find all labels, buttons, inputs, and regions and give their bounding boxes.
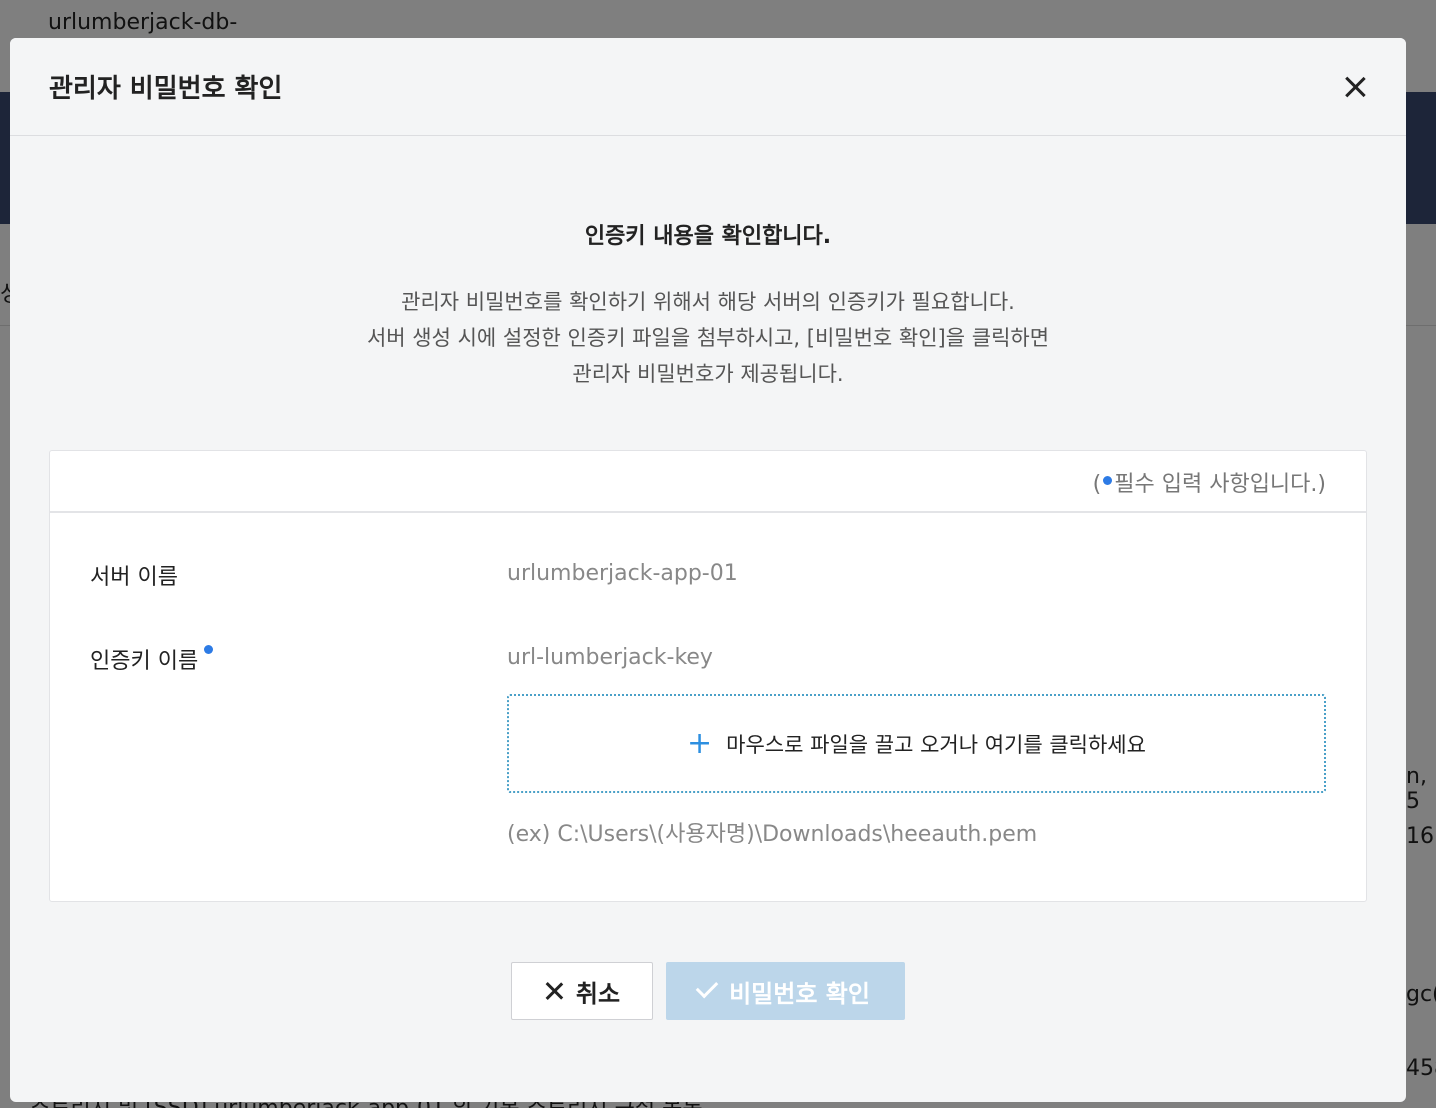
plus-icon: + bbox=[687, 725, 713, 761]
close-icon[interactable] bbox=[1340, 72, 1370, 102]
required-note-bar: ( 필수 입력 사항입니다.) bbox=[50, 451, 1366, 513]
key-name-label: 인증키 이름 bbox=[90, 643, 214, 675]
required-dot-icon bbox=[204, 645, 214, 654]
close-icon bbox=[544, 981, 564, 1001]
modal-body: 인증키 내용을 확인합니다. 관리자 비밀번호를 확인하기 위해서 해당 서버의… bbox=[10, 136, 1406, 1102]
modal-header: 관리자 비밀번호 확인 bbox=[10, 38, 1406, 136]
modal-description: 관리자 비밀번호를 확인하기 위해서 해당 서버의 인증키가 필요합니다. 서버… bbox=[10, 284, 1406, 392]
check-icon bbox=[695, 975, 719, 999]
description-line: 관리자 비밀번호를 확인하기 위해서 해당 서버의 인증키가 필요합니다. bbox=[401, 290, 1015, 314]
server-name-label: 서버 이름 bbox=[90, 565, 178, 590]
form-box: ( 필수 입력 사항입니다.) 서버 이름 urlumberjack-app-01… bbox=[49, 450, 1367, 902]
description-line: 관리자 비밀번호가 제공됩니다. bbox=[572, 362, 844, 386]
cancel-button-label: 취소 bbox=[575, 979, 621, 1008]
key-name-label-text: 인증키 이름 bbox=[90, 649, 199, 674]
required-note: ( 필수 입력 사항입니다.) bbox=[1093, 466, 1326, 498]
confirm-password-button[interactable]: 비밀번호 확인 bbox=[666, 962, 905, 1020]
modal-heading: 인증키 내용을 확인합니다. bbox=[584, 224, 832, 249]
server-name-value: urlumberjack-app-01 bbox=[507, 561, 738, 586]
cancel-button[interactable]: 취소 bbox=[511, 962, 653, 1020]
description-line: 서버 생성 시에 설정한 인증키 파일을 첨부하시고, [비밀번호 확인]을 클… bbox=[366, 326, 1050, 350]
required-dot-icon bbox=[1103, 476, 1113, 485]
required-note-text: 필수 입력 사항입니다.) bbox=[1114, 472, 1326, 497]
dropzone-text: 마우스로 파일을 끌고 오거나 여기를 클릭하세요 bbox=[726, 732, 1146, 757]
password-confirm-modal: 관리자 비밀번호 확인 인증키 내용을 확인합니다. 관리자 비밀번호를 확인하… bbox=[10, 38, 1406, 1102]
example-path: (ex) C:\Users\(사용자명)\Downloads\heeauth.p… bbox=[507, 822, 1038, 847]
required-note-prefix: ( bbox=[1092, 472, 1102, 497]
confirm-button-label: 비밀번호 확인 bbox=[729, 979, 870, 1008]
key-name-value: url-lumberjack-key bbox=[507, 645, 713, 670]
file-dropzone[interactable]: + 마우스로 파일을 끌고 오거나 여기를 클릭하세요 bbox=[507, 694, 1326, 793]
modal-title: 관리자 비밀번호 확인 bbox=[49, 74, 283, 104]
